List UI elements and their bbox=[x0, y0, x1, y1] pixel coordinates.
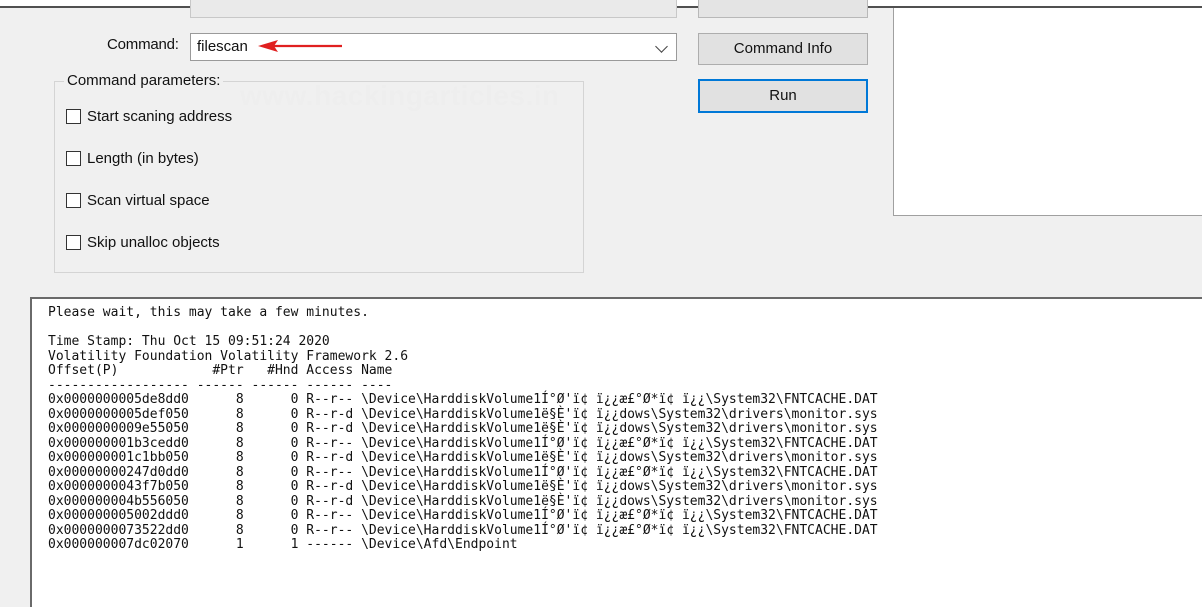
output-line: 0x000000001c1bb050 8 0 R--r-d \Device\Ha… bbox=[48, 450, 878, 465]
output-line: Offset(P) #Ptr #Hnd Access Name bbox=[48, 363, 393, 378]
red-arrow-annotation bbox=[258, 40, 342, 52]
output-text: Please wait, this may take a few minutes… bbox=[32, 299, 1202, 553]
checkbox-label: Skip unalloc objects bbox=[87, 233, 220, 251]
output-panel[interactable]: Please wait, this may take a few minutes… bbox=[30, 297, 1202, 607]
output-line: Please wait, this may take a few minutes… bbox=[48, 305, 369, 320]
command-value: filescan bbox=[197, 38, 248, 55]
skip-unalloc-objects-option[interactable]: Skip unalloc objects bbox=[66, 232, 220, 252]
output-line: ------------------ ------ ------ ------ … bbox=[48, 377, 393, 393]
command-info-button[interactable]: Command Info bbox=[698, 33, 868, 65]
scan-virtual-space-option[interactable]: Scan virtual space bbox=[66, 190, 210, 210]
watermark: www.hackingarticles.in bbox=[240, 80, 560, 111]
info-panel bbox=[893, 8, 1202, 216]
output-line: 0x000000005002ddd0 8 0 R--r-- \Device\Ha… bbox=[48, 508, 878, 523]
output-line: 0x000000001b3cedd0 8 0 R--r-- \Device\Ha… bbox=[48, 435, 878, 451]
output-line: 0x0000000073522dd0 8 0 R--r-- \Device\Ha… bbox=[48, 522, 878, 538]
command-label: Command: bbox=[107, 36, 179, 53]
command-parameters-title: Command parameters: bbox=[64, 72, 224, 89]
chevron-down-icon[interactable] bbox=[655, 40, 668, 53]
output-line: 0x000000004b556050 8 0 R--r-d \Device\Ha… bbox=[48, 493, 878, 509]
output-line: Time Stamp: Thu Oct 15 09:51:24 2020 bbox=[48, 334, 330, 349]
output-line: 0x0000000009e55050 8 0 R--r-d \Device\Ha… bbox=[48, 421, 878, 436]
checkbox-label: Scan virtual space bbox=[87, 191, 210, 209]
output-line: 0x0000000005def050 8 0 R--r-d \Device\Ha… bbox=[48, 406, 878, 422]
output-line: 0x00000000247d0dd0 8 0 R--r-- \Device\Ha… bbox=[48, 464, 878, 480]
start-scanning-address-option[interactable]: Start scaning address bbox=[66, 106, 232, 126]
output-line: 0x0000000005de8dd0 8 0 R--r-- \Device\Ha… bbox=[48, 392, 878, 407]
output-line: Volatility Foundation Volatility Framewo… bbox=[48, 348, 409, 364]
previous-field[interactable] bbox=[190, 0, 677, 18]
previous-button[interactable] bbox=[698, 0, 868, 18]
output-line: 0x0000000043f7b050 8 0 R--r-d \Device\Ha… bbox=[48, 479, 878, 494]
checkbox[interactable] bbox=[66, 150, 81, 166]
output-line: 0x000000007dc02070 1 1 ------ \Device\Af… bbox=[48, 537, 518, 552]
checkbox[interactable] bbox=[66, 234, 81, 250]
length-option[interactable]: Length (in bytes) bbox=[66, 148, 199, 168]
checkbox[interactable] bbox=[66, 192, 81, 208]
checkbox[interactable] bbox=[66, 108, 81, 124]
checkbox-label: Length (in bytes) bbox=[87, 149, 199, 167]
checkbox-label: Start scaning address bbox=[87, 107, 233, 125]
run-button[interactable]: Run bbox=[698, 79, 868, 113]
